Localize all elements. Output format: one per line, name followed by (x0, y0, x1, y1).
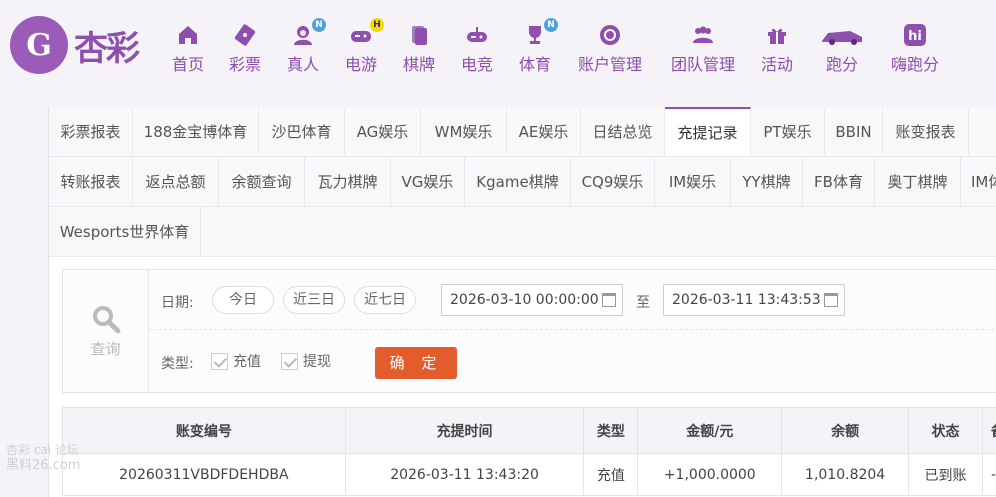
nav-hi-paofen[interactable]: hi 嗨跑分 (885, 22, 945, 75)
tab-wesports[interactable]: Wesports世界体育 (49, 207, 201, 257)
cell-amount: +1,000.0000 (637, 453, 783, 496)
records-table: 账变编号 充提时间 类型 金额/元 余额 状态 备 20260311VBDFDE… (62, 407, 996, 496)
cell-type: 充值 (583, 453, 639, 496)
report-panel: 彩票报表 188金宝博体育 沙巴体育 AG娱乐 WM娱乐 AE娱乐 日结总览 充… (48, 107, 996, 497)
withdraw-checkbox[interactable]: 提现 (281, 351, 331, 371)
gamepad-icon: H (348, 18, 384, 48)
tab-cq9[interactable]: CQ9娱乐 (571, 157, 655, 207)
car-icon (820, 22, 864, 48)
nav-sports[interactable]: N 体育 (505, 18, 565, 75)
type-row: 类型: 充值 提现 确 定 (149, 331, 996, 391)
tab-yy[interactable]: YY棋牌 (731, 157, 803, 207)
col-serial: 账变编号 (62, 407, 346, 454)
today-button[interactable]: 今日 (212, 286, 274, 314)
col-type: 类型 (583, 407, 639, 454)
tab-pt[interactable]: PT娱乐 (751, 107, 825, 157)
cell-time: 2026-03-11 13:43:20 (344, 453, 585, 496)
calendar-icon (824, 293, 838, 307)
cell-serial: 20260311VBDFDEHDBA (62, 453, 346, 496)
col-remark: 备 (981, 407, 996, 454)
col-time: 充提时间 (344, 407, 585, 454)
new-badge: N (312, 18, 326, 32)
last-3-days-button[interactable]: 近三日 (283, 286, 345, 314)
trophy-icon: N (522, 18, 558, 48)
nav-team[interactable]: 团队管理 (671, 22, 735, 75)
tab-im-sports[interactable]: IM体 (961, 157, 996, 207)
gift-icon (764, 22, 790, 48)
hi-icon: hi (902, 22, 928, 48)
brand-name: 杏彩 (74, 28, 140, 69)
nav-cards[interactable]: 棋牌 (389, 22, 449, 75)
calendar-icon (602, 293, 616, 307)
tab-transfer-report[interactable]: 转账报表 (49, 157, 133, 207)
top-header: G 杏彩 首页 彩票 N 真人 H 电游 棋牌 电竞 N 体育 账户管理 团队管… (0, 0, 996, 88)
tab-odin[interactable]: 奥丁棋牌 (875, 157, 961, 207)
tab-im[interactable]: IM娱乐 (655, 157, 731, 207)
tab-vg[interactable]: VG娱乐 (391, 157, 465, 207)
type-label: 类型: (161, 356, 194, 372)
cell-balance: 1,010.8204 (781, 453, 910, 496)
dealer-icon: N (290, 18, 326, 48)
search-icon (92, 305, 120, 333)
tab-fb[interactable]: FB体育 (803, 157, 875, 207)
cell-remark: - (981, 453, 996, 496)
tab-wm[interactable]: WM娱乐 (421, 107, 507, 157)
cell-status: 已到账 (908, 453, 983, 496)
controller-icon (464, 22, 490, 48)
col-balance: 余额 (781, 407, 910, 454)
tab-deposit-withdraw[interactable]: 充提记录 (665, 107, 751, 157)
nav-live[interactable]: N 真人 (273, 18, 333, 75)
table-row[interactable]: 20260311VBDFDEHDBA 2026-03-11 13:43:20 充… (62, 453, 996, 496)
deposit-checkbox[interactable]: 充值 (211, 351, 261, 371)
watermark: 杏彩 cai 论坛 黑料26.com (6, 443, 81, 473)
checkbox-icon (281, 352, 298, 370)
query-box: 查询 日期: 今日 近三日 近七日 2026-03-10 00:00:00 至 … (62, 269, 996, 393)
nav-slots[interactable]: H 电游 (331, 18, 391, 75)
brand-logo[interactable]: G 杏彩 (10, 16, 160, 74)
date-row: 日期: 今日 近三日 近七日 2026-03-10 00:00:00 至 202… (149, 270, 996, 330)
tab-rebate-total[interactable]: 返点总额 (133, 157, 219, 207)
svg-text:hi: hi (908, 29, 922, 44)
tab-row3-filler (201, 207, 996, 257)
query-button[interactable]: 查询 (63, 270, 149, 392)
team-icon (690, 22, 716, 48)
to-label: 至 (636, 295, 650, 311)
tab-saba-sports[interactable]: 沙巴体育 (259, 107, 345, 157)
table-header-row: 账变编号 充提时间 类型 金额/元 余额 状态 备 (62, 407, 996, 454)
tab-ae[interactable]: AE娱乐 (507, 107, 581, 157)
nav-home[interactable]: 首页 (158, 22, 218, 75)
tab-balance-change[interactable]: 账变报表 (883, 107, 969, 157)
tab-188-sports[interactable]: 188金宝博体育 (133, 107, 259, 157)
tab-kgame[interactable]: Kgame棋牌 (465, 157, 571, 207)
nav-paofen[interactable]: 跑分 (812, 22, 872, 75)
tab-row1-filler (969, 107, 996, 157)
ticket-icon (232, 22, 258, 48)
account-icon (597, 22, 623, 48)
tab-bbin[interactable]: BBIN (825, 107, 883, 157)
tab-lottery-report[interactable]: 彩票报表 (49, 107, 133, 157)
logo-emblem: G (10, 16, 68, 74)
new-badge: N (544, 18, 558, 32)
date-label: 日期: (161, 295, 194, 311)
end-date-input[interactable]: 2026-03-11 13:43:53 (663, 284, 845, 316)
nav-account[interactable]: 账户管理 (578, 22, 642, 75)
nav-promotions[interactable]: 活动 (747, 22, 807, 75)
col-status: 状态 (908, 407, 983, 454)
query-label: 查询 (90, 339, 121, 358)
nav-lottery[interactable]: 彩票 (215, 22, 275, 75)
home-icon (175, 22, 201, 48)
col-amount: 金额/元 (637, 407, 783, 454)
hot-badge: H (370, 18, 384, 32)
confirm-button[interactable]: 确 定 (375, 347, 457, 379)
checkbox-icon (211, 352, 228, 370)
last-7-days-button[interactable]: 近七日 (354, 286, 416, 314)
cards-icon (406, 22, 432, 48)
tab-wali[interactable]: 瓦力棋牌 (305, 157, 391, 207)
tab-balance-query[interactable]: 余额查询 (219, 157, 305, 207)
start-date-input[interactable]: 2026-03-10 00:00:00 (441, 284, 623, 316)
tab-daily-overview[interactable]: 日结总览 (581, 107, 665, 157)
nav-esports[interactable]: 电竞 (447, 22, 507, 75)
tab-ag[interactable]: AG娱乐 (345, 107, 421, 157)
